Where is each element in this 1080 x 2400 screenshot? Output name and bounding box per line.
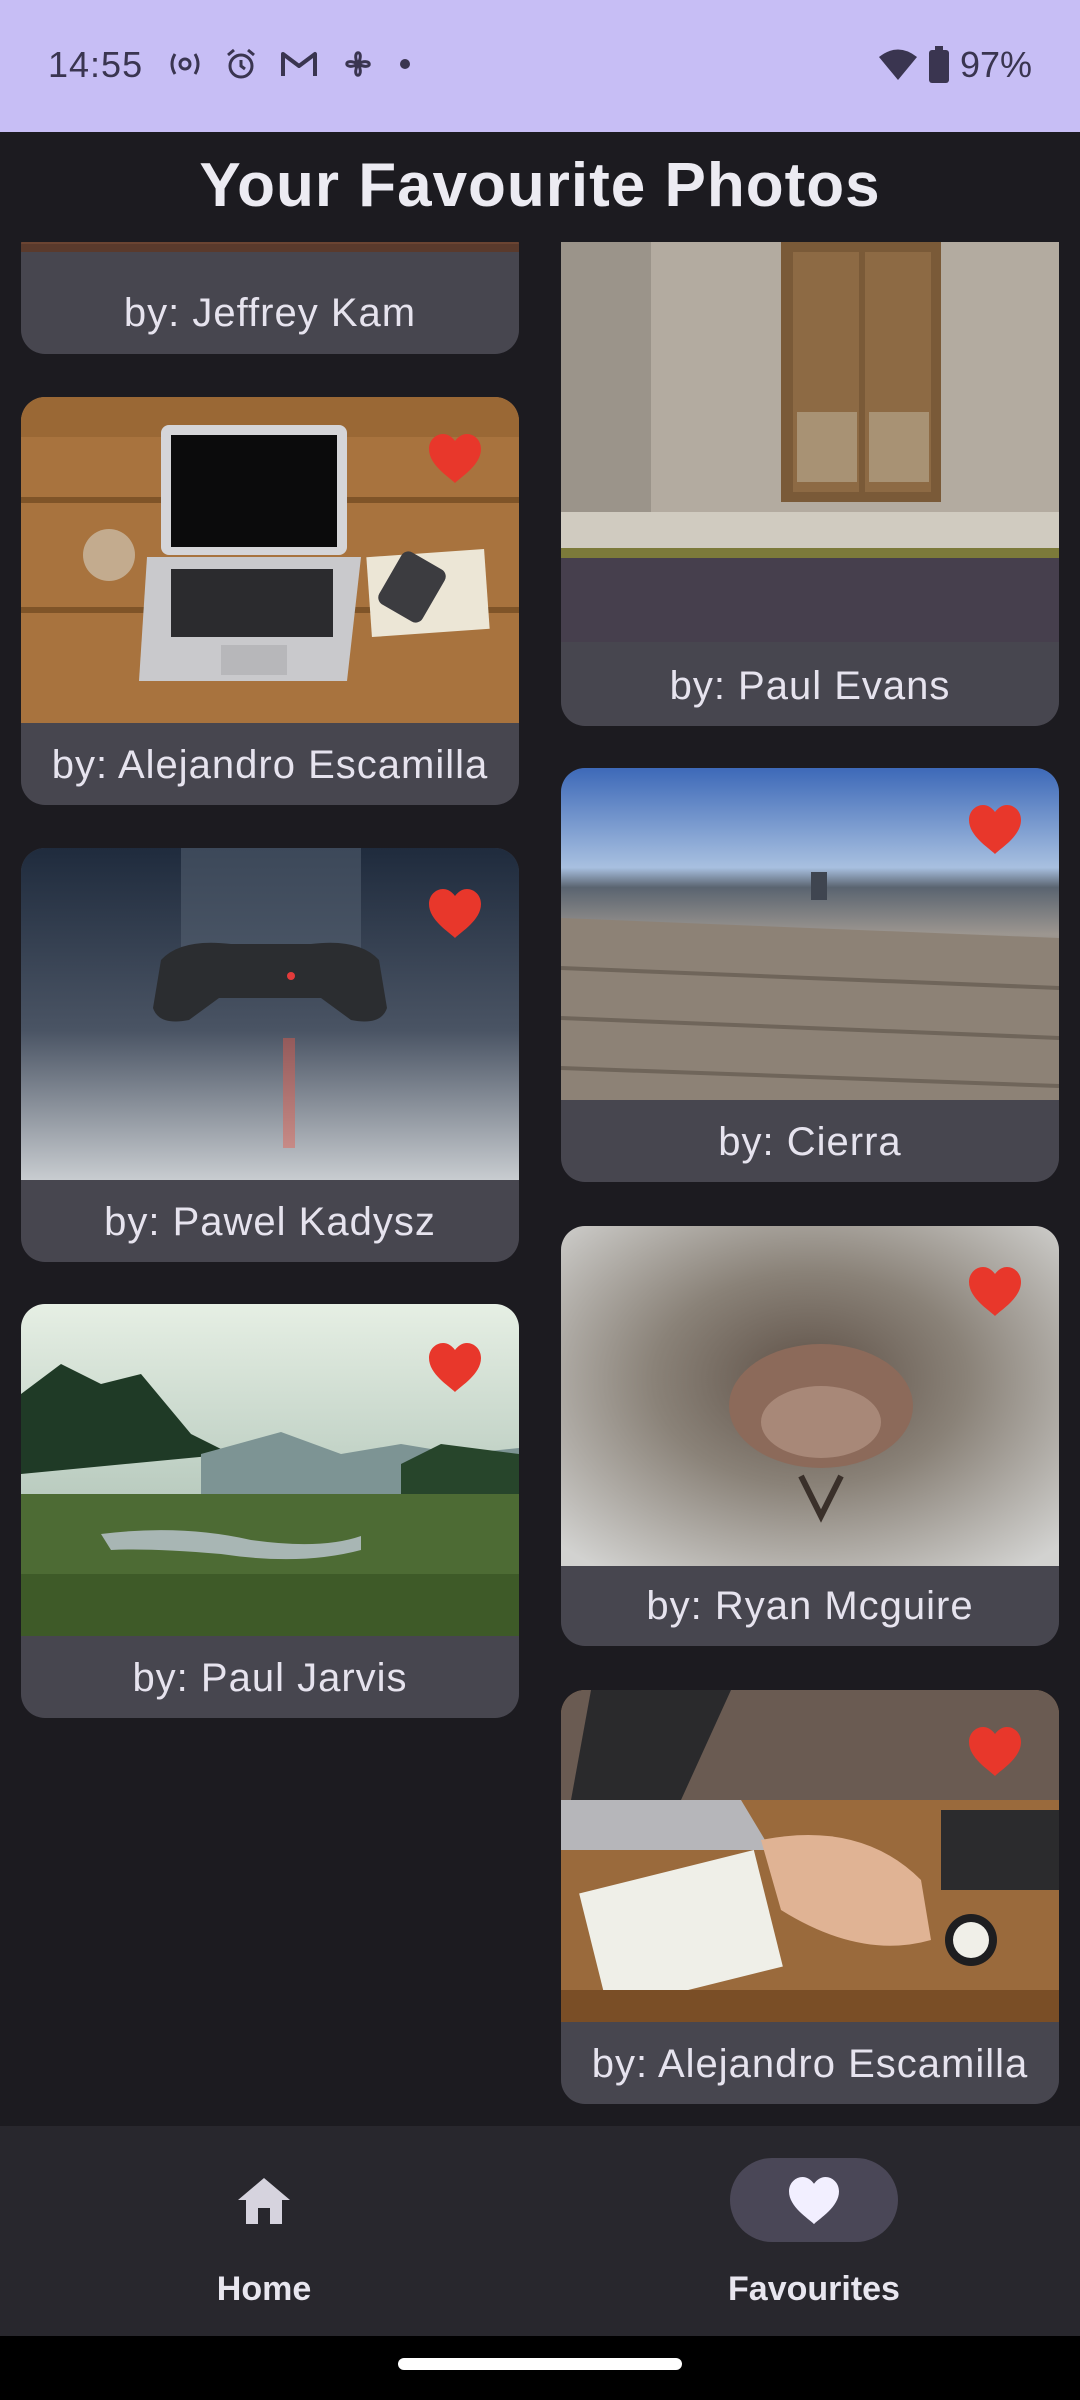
photo-author: by: Paul Jarvis	[132, 1656, 408, 1700]
photo-grid[interactable]: by: Jeffrey Kam by: Alejandro Escamilla	[0, 242, 1080, 2126]
photo-author: by: Alejandro Escamilla	[591, 2042, 1029, 2086]
nav-item-favourites[interactable]: Favourites	[648, 2158, 948, 2308]
pinwheel-icon	[345, 51, 371, 77]
bottom-navigation: Home Favourites	[0, 2126, 1080, 2336]
nav-label-favourites: Favourites	[728, 2270, 900, 2308]
heart-icon[interactable]	[427, 1342, 483, 1394]
photo-card[interactable]: by: Paul Evans	[561, 242, 1059, 726]
home-icon	[238, 2178, 290, 2224]
photo-card[interactable]: by: Alejandro Escamilla	[21, 397, 519, 805]
page-title: Your Favourite Photos	[199, 151, 881, 220]
gmail-icon	[281, 52, 317, 76]
nav-item-home[interactable]: Home	[98, 2158, 398, 2308]
photo-author: by: Paul Evans	[669, 664, 951, 708]
photo-author: by: Cierra	[718, 1120, 902, 1164]
photo-author: by: Alejandro Escamilla	[51, 743, 489, 787]
photo-card[interactable]: by: Jeffrey Kam	[21, 242, 519, 354]
photo-card[interactable]: by: Cierra	[561, 768, 1059, 1182]
dot-icon	[400, 59, 410, 69]
wifi-icon	[878, 49, 917, 80]
photo-card[interactable]: by: Pawel Kadysz	[21, 848, 519, 1262]
status-time: 14:55	[48, 44, 144, 85]
alarm-icon	[227, 48, 255, 79]
photo-author: by: Ryan Mcguire	[646, 1584, 974, 1628]
status-system-icons: 97%	[878, 44, 1032, 86]
heart-icon[interactable]	[967, 1266, 1023, 1318]
heart-icon[interactable]	[427, 888, 483, 940]
heart-icon[interactable]	[967, 1726, 1023, 1778]
photo-author: by: Jeffrey Kam	[123, 291, 417, 335]
nav-label-home: Home	[216, 2270, 312, 2308]
photo-card[interactable]: by: Paul Jarvis	[21, 1304, 519, 1718]
photo-author: by: Pawel Kadysz	[104, 1200, 436, 1244]
photo-card[interactable]: by: Alejandro Escamilla	[561, 1690, 1059, 2104]
heart-icon[interactable]	[967, 804, 1023, 856]
heart-icon[interactable]	[427, 433, 483, 485]
radio-icon	[170, 53, 200, 75]
status-notification-icons	[168, 46, 412, 82]
photo-image	[21, 242, 519, 252]
status-bar: 14:55 97%	[0, 0, 1080, 132]
home-gesture-handle[interactable]	[398, 2358, 682, 2370]
heart-icon	[789, 2176, 839, 2225]
photo-image	[561, 242, 1059, 642]
battery-percentage: 97%	[959, 44, 1032, 85]
photo-card[interactable]: by: Ryan Mcguire	[561, 1226, 1059, 1646]
battery-icon	[928, 46, 949, 83]
